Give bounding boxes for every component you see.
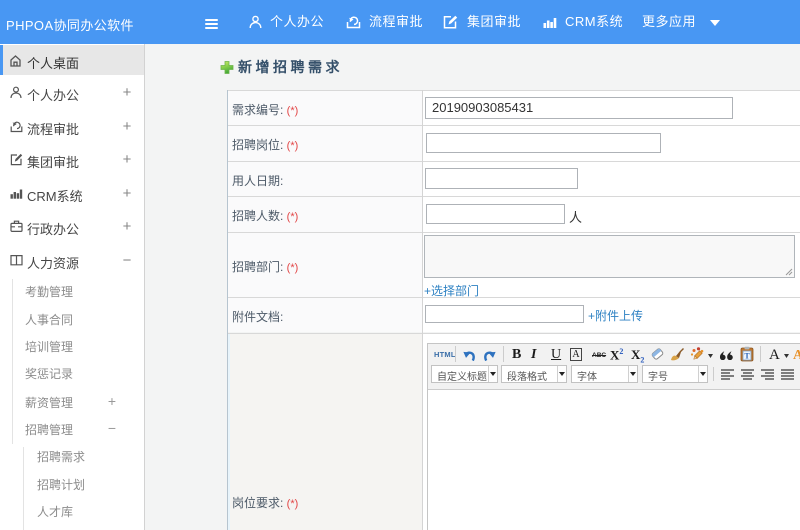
svg-text:T: T [744,352,750,361]
